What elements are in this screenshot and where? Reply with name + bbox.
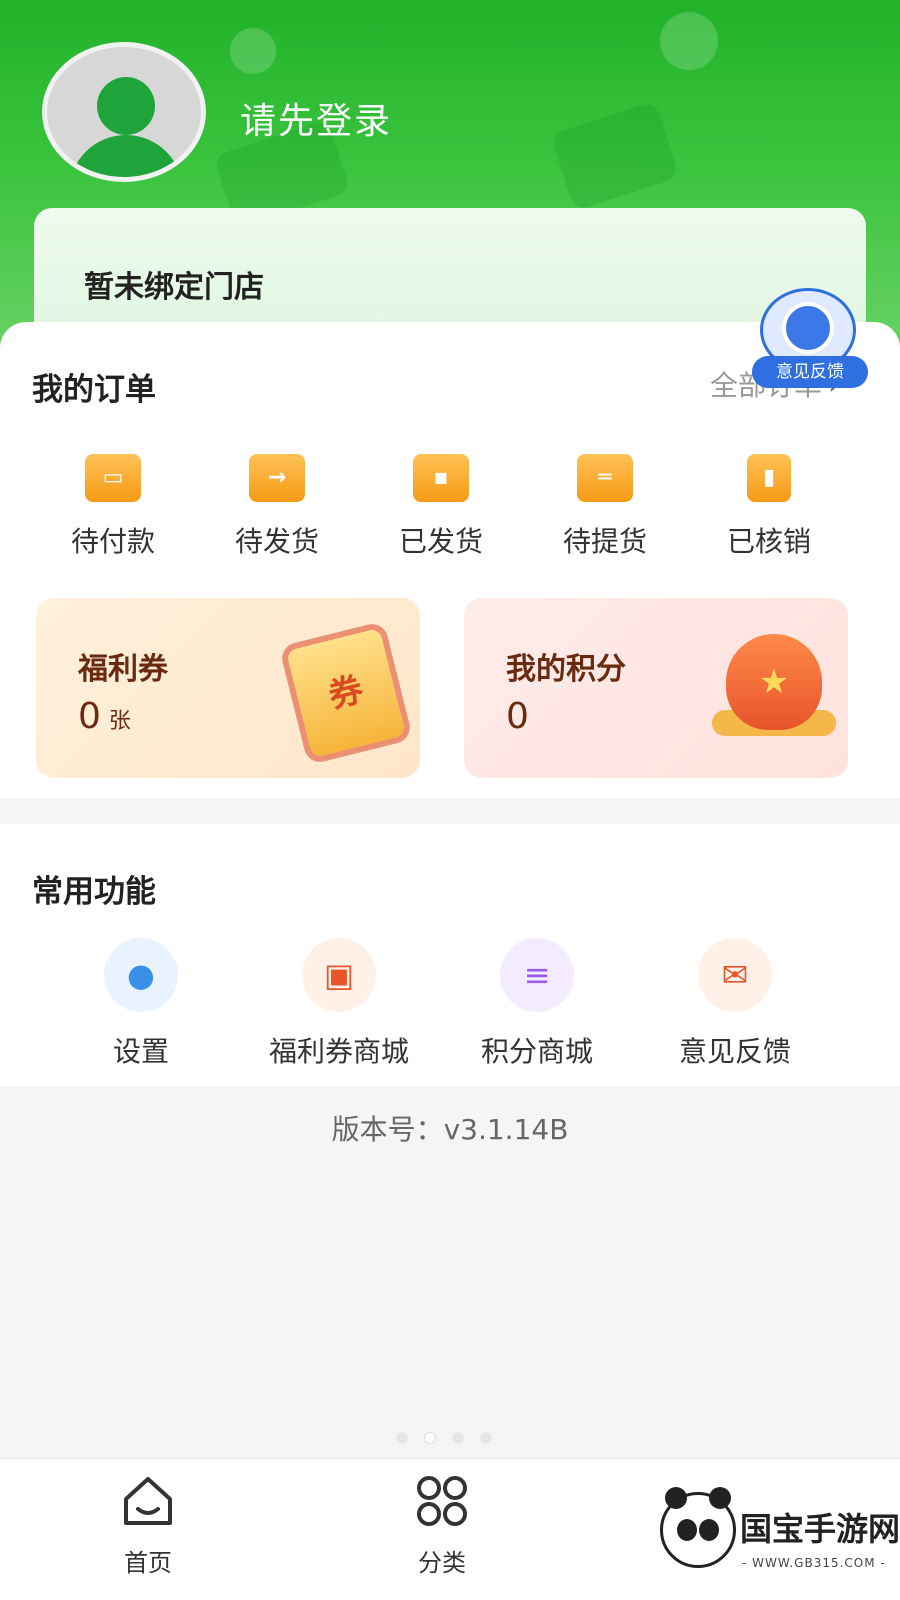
decor-sparkle xyxy=(230,28,276,74)
tab-category-label: 分类 xyxy=(418,1549,466,1577)
pickup-box-icon: ═ xyxy=(577,454,633,502)
feedback-shortcut[interactable]: ✉ 意见反馈 xyxy=(640,938,830,1070)
coupon-value: 0 xyxy=(78,696,101,737)
function-label: 设置 xyxy=(112,1035,169,1068)
points-title: 我的积分 xyxy=(506,652,626,687)
avatar-head xyxy=(97,77,155,135)
tab-home-label: 首页 xyxy=(124,1549,172,1577)
points-mall-shortcut[interactable]: ≡ 积分商城 xyxy=(442,938,632,1070)
function-label: 福利券商城 xyxy=(268,1035,409,1068)
avatar-body xyxy=(69,135,183,177)
user-settings-icon: ● xyxy=(104,938,178,1012)
coin-stack-icon: ≡ xyxy=(500,938,574,1012)
decor-red-packet xyxy=(550,100,680,212)
money-bag-icon: ★ xyxy=(726,634,822,730)
page-dot xyxy=(452,1432,464,1444)
decor-coin xyxy=(660,12,718,70)
settings-shortcut[interactable]: ● 设置 xyxy=(46,938,236,1070)
tab-home[interactable]: 首页 xyxy=(58,1459,238,1578)
tab-category[interactable]: 分类 xyxy=(352,1459,532,1578)
function-label: 意见反馈 xyxy=(678,1035,791,1068)
version-text: 版本号：v3.1.14B xyxy=(331,1113,569,1146)
avatar[interactable] xyxy=(42,42,206,182)
watermark-logo: 国宝手游网 - WWW.GB315.COM - xyxy=(648,1478,900,1600)
order-label: 待提货 xyxy=(562,525,647,558)
category-grid-icon xyxy=(412,1471,472,1531)
coupon-count: 0张 xyxy=(78,696,131,737)
watermark-url: - WWW.GB315.COM - xyxy=(742,1556,886,1570)
verified-book-icon: ▮ xyxy=(747,454,791,502)
order-pending-shipment[interactable]: → 待发货 xyxy=(202,454,352,560)
points-value: 0 xyxy=(506,696,529,737)
coupon-ticket-icon: 券 xyxy=(286,628,406,758)
order-label: 待付款 xyxy=(70,525,155,558)
page-dot xyxy=(396,1432,408,1444)
order-verified[interactable]: ▮ 已核销 xyxy=(694,454,844,560)
feedback-float-label: 意见反馈 xyxy=(752,356,868,388)
order-label: 待发货 xyxy=(234,525,319,558)
customer-service-icon xyxy=(782,302,834,354)
order-pending-payment[interactable]: ▭ 待付款 xyxy=(38,454,188,560)
functions-title: 常用功能 xyxy=(32,874,156,910)
common-functions: 常用功能 ● 设置 ▣ 福利券商城 ≡ 积分商城 ✉ 意见反馈 xyxy=(0,824,900,1086)
mail-icon: ✉ xyxy=(698,938,772,1012)
coupon-mall-shortcut[interactable]: ▣ 福利券商城 xyxy=(244,938,434,1070)
order-label: 已核销 xyxy=(726,525,811,558)
order-shipped[interactable]: ▪ 已发货 xyxy=(366,454,516,560)
shipping-box-icon: → xyxy=(249,454,305,502)
function-label: 积分商城 xyxy=(480,1035,593,1068)
order-pending-pickup[interactable]: ═ 待提货 xyxy=(530,454,680,560)
watermark-brand: 国宝手游网 xyxy=(740,1510,900,1548)
page-dot xyxy=(480,1432,492,1444)
gift-icon: ▣ xyxy=(302,938,376,1012)
coupon-unit: 张 xyxy=(108,709,131,734)
panda-icon xyxy=(660,1487,736,1568)
points-card[interactable]: 我的积分 0 ★ xyxy=(464,598,848,778)
feedback-float-button[interactable]: 意见反馈 xyxy=(752,288,868,388)
coupon-card[interactable]: 福利券 0张 券 xyxy=(36,598,420,778)
wallet-icon: ▭ xyxy=(85,454,141,502)
coupon-title: 福利券 xyxy=(78,652,168,687)
home-icon xyxy=(118,1471,178,1531)
coupon-art-text: 券 xyxy=(324,669,368,717)
login-prompt[interactable]: 请先登录 xyxy=(240,92,392,144)
orders-title: 我的订单 xyxy=(32,372,156,408)
page-indicator xyxy=(396,1432,492,1444)
truck-icon: ▪ xyxy=(413,454,469,502)
order-label: 已发货 xyxy=(398,525,483,558)
page-dot-active xyxy=(424,1432,436,1444)
store-status: 暂未绑定门店 xyxy=(84,270,264,305)
